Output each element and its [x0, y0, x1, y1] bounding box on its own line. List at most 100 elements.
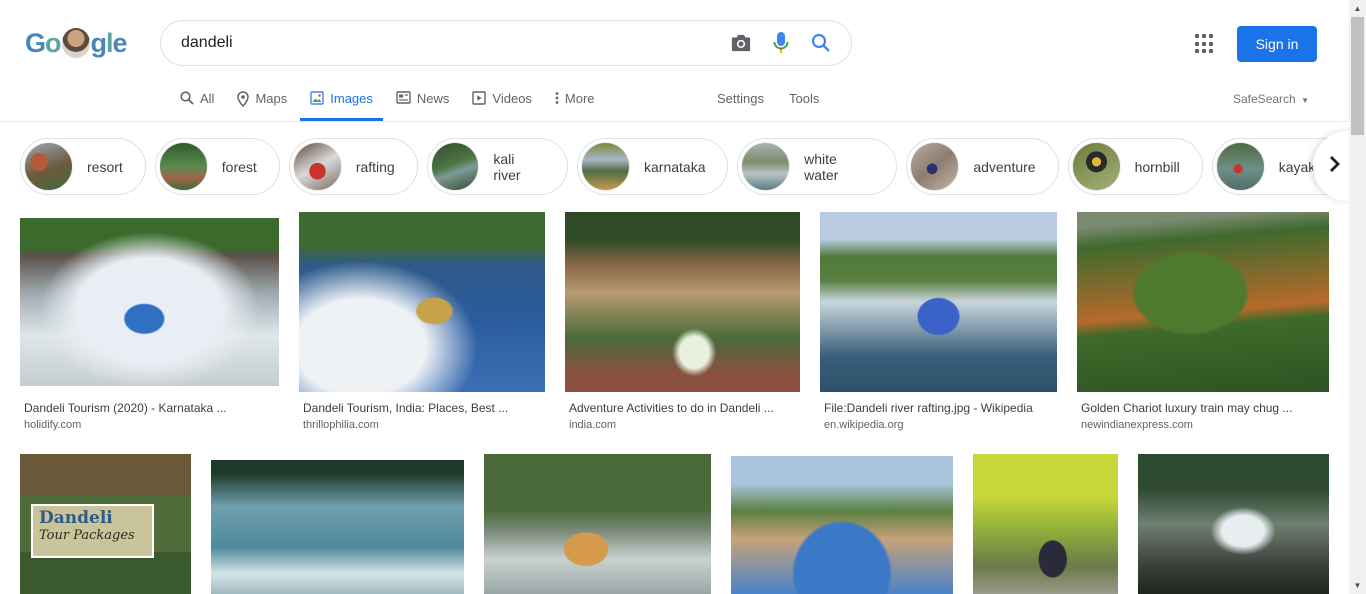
search-icon[interactable]: [801, 23, 841, 63]
overlay-line2: Tour Packages: [39, 528, 135, 543]
chip-thumbnail: [158, 142, 208, 191]
chip-thumbnail: [24, 142, 73, 191]
image-result[interactable]: Golden Chariot luxury train may chug ...…: [1077, 212, 1329, 438]
chip-label: adventure: [973, 158, 1036, 175]
overlay-line1: Dandeli: [39, 508, 113, 528]
tab-more[interactable]: More: [555, 84, 595, 121]
search-input[interactable]: dandeli: [181, 34, 721, 52]
image-result[interactable]: Dandeli Tourism (2020) - Karnataka ... h…: [20, 218, 279, 438]
chip-thumbnail: [1215, 142, 1265, 191]
result-site: india.com: [569, 419, 617, 431]
chip-label: kali river: [493, 150, 521, 183]
result-image: [299, 212, 545, 392]
result-site: newindianexpress.com: [1081, 419, 1193, 431]
tab-label: Maps: [255, 91, 288, 106]
chip-kali-river[interactable]: kali river: [426, 138, 568, 195]
result-site: thrillophilia.com: [303, 419, 379, 431]
safesearch-label: SafeSearch: [1233, 92, 1296, 106]
result-image: [731, 456, 953, 594]
tab-maps[interactable]: Maps: [237, 84, 287, 121]
result-site: en.wikipedia.org: [824, 419, 904, 431]
safesearch-dropdown[interactable]: SafeSearch ▼: [1233, 92, 1309, 106]
image-result[interactable]: [731, 456, 953, 594]
dandeli-tour-overlay: Dandeli Tour Packages: [31, 504, 154, 558]
tab-all[interactable]: All: [180, 84, 214, 121]
chip-thumbnail: [910, 142, 960, 191]
logo-letter: o: [45, 27, 61, 58]
logo-letter: G: [25, 27, 46, 58]
image-result[interactable]: Dandeli Tourism, India: Places, Best ...…: [299, 212, 545, 438]
result-image: Dandeli Tour Packages: [20, 454, 191, 594]
result-image: [211, 460, 464, 594]
chip-hornbill[interactable]: hornbill: [1067, 138, 1203, 195]
search-tabs: All Maps Images News Videos More: [180, 84, 618, 121]
result-title: Golden Chariot luxury train may chug ...: [1081, 401, 1293, 415]
chip-label: hornbill: [1134, 158, 1180, 175]
caret-down-icon: ▼: [1301, 96, 1309, 105]
scroll-down-arrow-icon[interactable]: ▼: [1349, 577, 1366, 594]
image-result[interactable]: [484, 454, 711, 594]
image-result[interactable]: Adventure Activities to do in Dandeli ..…: [565, 212, 800, 438]
related-searches-chips: resort forest rafting kali river karnata…: [20, 138, 1366, 196]
chip-label: karnataka: [644, 158, 706, 175]
more-vert-icon: [555, 91, 559, 105]
tools-link[interactable]: Tools: [789, 91, 819, 106]
image-result[interactable]: Dandeli Tour Packages: [20, 454, 191, 594]
logo-letter: g: [90, 27, 107, 58]
scrollbar-thumb[interactable]: [1351, 17, 1364, 135]
chip-thumbnail: [1071, 142, 1121, 191]
page-scrollbar[interactable]: ▲ ▼: [1349, 0, 1366, 594]
tab-images[interactable]: Images: [300, 84, 383, 121]
image-icon: [310, 91, 324, 105]
map-pin-icon: [237, 91, 250, 107]
chip-thumbnail: [741, 142, 791, 191]
tab-label: Images: [330, 91, 373, 106]
chevron-right-icon: [1329, 155, 1341, 178]
chip-adventure[interactable]: adventure: [906, 138, 1059, 195]
tab-news[interactable]: News: [396, 84, 450, 121]
chip-resort[interactable]: resort: [20, 138, 146, 195]
microphone-icon[interactable]: [761, 23, 801, 63]
result-image: [565, 212, 800, 392]
google-doodle-logo[interactable]: G o g l e: [25, 26, 128, 60]
tab-label: All: [200, 91, 215, 106]
google-images-page: G o g l e dandeli Sign in All Maps Image…: [0, 0, 1366, 594]
image-result[interactable]: [211, 460, 464, 594]
result-title: Dandeli Tourism, India: Places, Best ...: [303, 401, 509, 415]
tab-label: News: [416, 91, 450, 106]
image-result[interactable]: File:Dandeli river rafting.jpg - Wikiped…: [820, 212, 1057, 438]
result-image: [973, 454, 1118, 594]
chip-karnataka[interactable]: karnataka: [577, 138, 729, 195]
header-divider: [0, 121, 1350, 122]
video-icon: [472, 91, 487, 105]
chip-label: white water: [804, 150, 839, 183]
scroll-up-arrow-icon[interactable]: ▲: [1349, 0, 1366, 17]
chip-thumbnail: [581, 142, 630, 191]
chip-label: rafting: [355, 158, 395, 175]
chip-rafting[interactable]: rafting: [288, 138, 418, 195]
search-box[interactable]: dandeli: [160, 20, 852, 66]
tab-label: More: [564, 91, 595, 106]
chip-forest[interactable]: forest: [154, 138, 280, 195]
result-image: [20, 218, 279, 386]
apps-grid-icon[interactable]: [1192, 31, 1218, 57]
search-icon: [180, 91, 194, 105]
chip-label: forest: [221, 158, 257, 175]
doodle-portrait-icon: [61, 28, 90, 58]
chip-thumbnail: [430, 142, 480, 191]
camera-icon[interactable]: [721, 23, 761, 63]
result-title: Adventure Activities to do in Dandeli ..…: [569, 401, 774, 415]
tab-label: Videos: [492, 91, 532, 106]
result-image: [820, 212, 1057, 392]
chip-label: resort: [87, 158, 123, 175]
chip-white-water[interactable]: white water: [737, 138, 898, 195]
result-image: [1077, 212, 1329, 392]
result-image: [1138, 454, 1329, 594]
result-site: holidify.com: [24, 419, 82, 431]
settings-link[interactable]: Settings: [717, 91, 764, 106]
image-result[interactable]: [1138, 454, 1329, 594]
sign-in-button[interactable]: Sign in: [1237, 26, 1317, 62]
logo-letter: e: [112, 27, 128, 58]
tab-videos[interactable]: Videos: [472, 84, 532, 121]
image-result[interactable]: [973, 454, 1118, 594]
